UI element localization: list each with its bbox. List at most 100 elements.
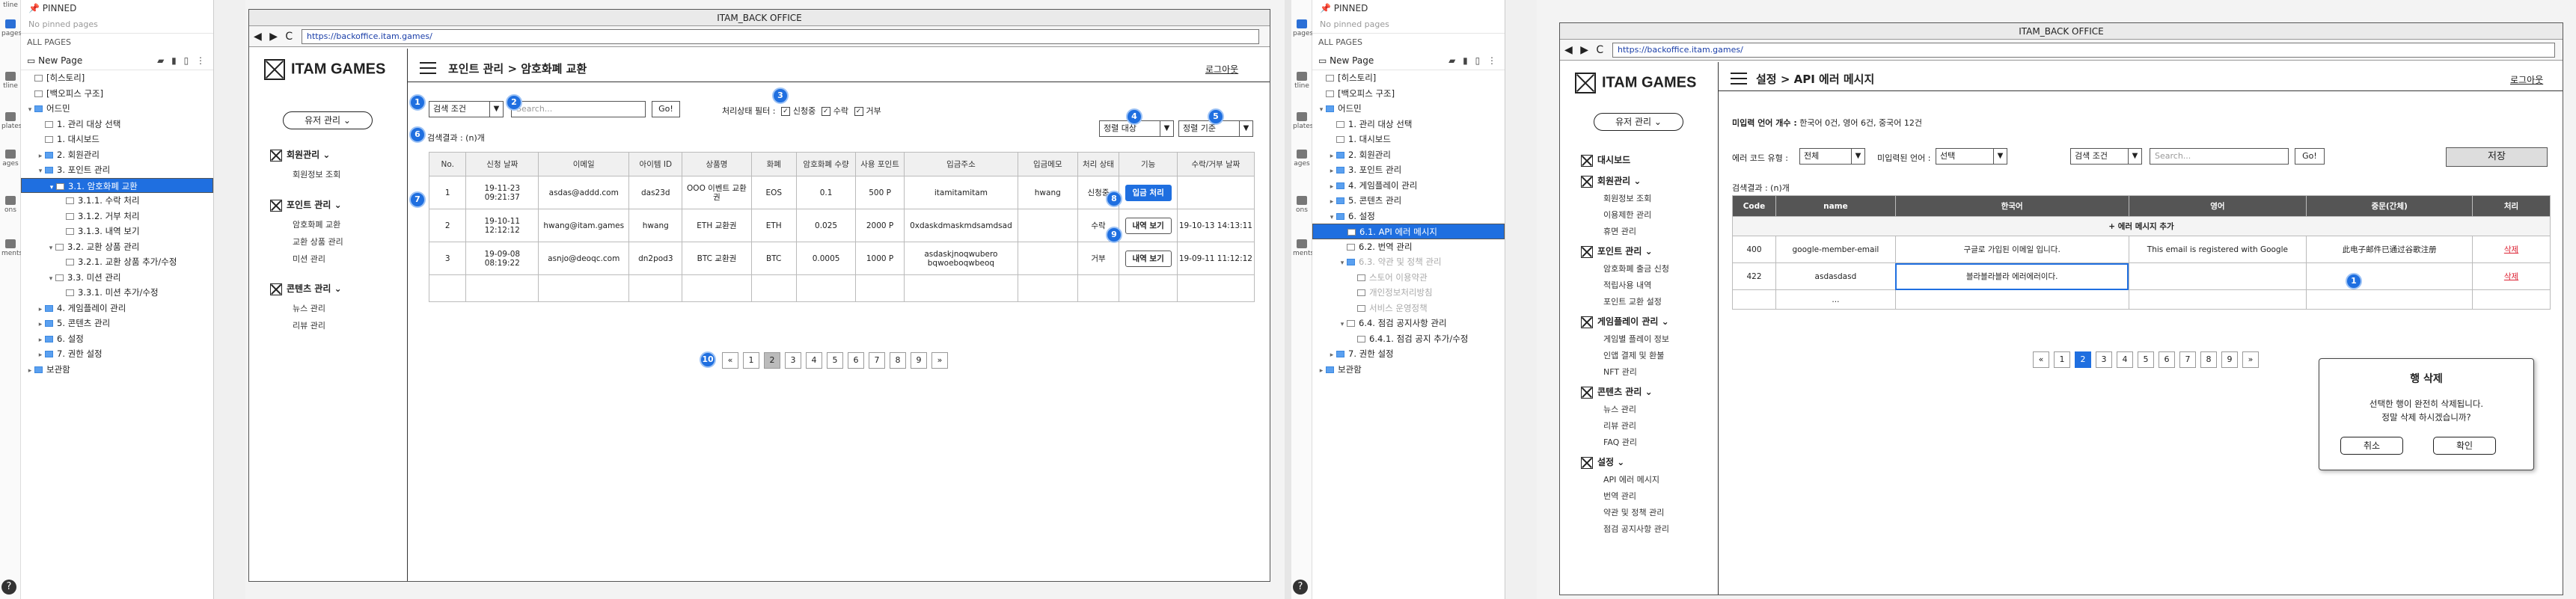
view-history-button[interactable]: 내역 보기	[1125, 250, 1172, 267]
column-header[interactable]: 한국어	[1894, 195, 2129, 217]
menu-iap[interactable]: 인앱 결제 및 환불	[1603, 349, 1664, 361]
column-header[interactable]: No.	[428, 152, 467, 176]
menu-points[interactable]: 포인트 관리 ⌄	[270, 198, 342, 212]
column-header[interactable]: 아이템 ID	[628, 152, 683, 176]
menu-gameplay[interactable]: 게임플레이 관리 ⌄	[1581, 315, 1669, 328]
menu-points[interactable]: 포인트 관리 ⌄	[1581, 245, 1653, 258]
menu-dashboard[interactable]: 대시보드	[1581, 153, 1630, 167]
menu-faq[interactable]: FAQ 관리	[1603, 436, 1637, 448]
page-button[interactable]: 2	[2075, 351, 2091, 368]
page-tree-item[interactable]: ▸ 7. 권한 설정	[1312, 346, 1505, 362]
page-tree-item[interactable]: ▸ 보관함	[1312, 362, 1505, 378]
page-tree-item[interactable]: 3.1.1. 수락 처리	[21, 193, 213, 209]
table-row[interactable]: 422 asdasdasd 블라블라블라 에러에러이다. 삭제	[1732, 262, 2551, 290]
tree-toggle-icon[interactable]: ▸	[36, 149, 45, 165]
tree-toggle-icon[interactable]: ▸	[1327, 194, 1336, 210]
page-tree-item[interactable]: 3.3.1. 미션 추가/수정	[21, 285, 213, 301]
page-tree-item[interactable]: 1. 대시보드	[1312, 132, 1505, 147]
filter-accepted-checkbox[interactable]: ✓	[821, 107, 830, 116]
page-button[interactable]: 3	[785, 352, 801, 369]
delete-link[interactable]: 삭제	[2504, 245, 2518, 254]
page-tree-item[interactable]: 6.4.1. 점검 공지 추가/수정	[1312, 331, 1505, 347]
page-tree-item[interactable]: ▾ 6.4. 점검 공지사항 관리	[1312, 316, 1505, 331]
menu-earn-use[interactable]: 적립사용 내역	[1603, 279, 1651, 291]
page-button[interactable]: 9	[911, 352, 927, 369]
table-cell[interactable]: 블라블라블라 에러에러이다.	[1894, 262, 2129, 290]
menu-point-exchange[interactable]: 포인트 교환 설정	[1603, 295, 1662, 307]
page-tree-item[interactable]: ▸ 4. 게임플레이 관리	[21, 301, 213, 316]
page-tree-item[interactable]: 스토어 이용약관	[1312, 270, 1505, 286]
missing-lang-select[interactable]: 선택 ▼	[1936, 148, 2007, 165]
page-tree-item[interactable]: ▸ 6. 설정	[21, 331, 213, 347]
delete-link[interactable]: 삭제	[2504, 272, 2518, 281]
filter-pending-checkbox[interactable]: ✓	[780, 107, 790, 116]
tree-toggle-icon[interactable]: ▸	[36, 302, 45, 318]
table-cell[interactable]: 구글로 가입된 이메일 입니다.	[1894, 236, 2129, 263]
tree-toggle-icon[interactable]: ▾	[1327, 210, 1336, 226]
tree-toggle-icon[interactable]: ▾	[1317, 102, 1326, 118]
column-header[interactable]: 중문(간체)	[2306, 195, 2473, 217]
table-cell[interactable]: 삭제	[2472, 262, 2551, 290]
tree-toggle-icon[interactable]: ▸	[1327, 179, 1336, 195]
page-tree-item[interactable]: ▸ 2. 회원관리	[1312, 147, 1505, 163]
images-icon[interactable]: ages	[1, 150, 19, 168]
help-icon[interactable]: ?	[1293, 580, 1308, 595]
table-cell[interactable]: This email is registered with Google	[2128, 236, 2307, 263]
menu-member-info[interactable]: 회원정보 조회	[293, 168, 340, 180]
column-header[interactable]: 사용 포인트	[855, 152, 905, 176]
page-button[interactable]: 8	[2200, 351, 2217, 368]
templates-icon[interactable]: plates	[1, 112, 22, 130]
table-row[interactable]: 2 19-10-11 12:12:12 hwang@itam.games hwang E…	[428, 209, 1255, 242]
page-button[interactable]: 6	[848, 352, 864, 369]
new-page-row[interactable]: ▭ New Page ▰ ▮ ▯ ⋮	[21, 51, 213, 70]
rail-item[interactable]: tline	[1293, 72, 1311, 90]
menu-withdraw[interactable]: 암호화폐 출금 신청	[1603, 262, 1669, 274]
menu-policies[interactable]: 약관 및 정책 관리	[1603, 506, 1664, 518]
tree-toggle-icon[interactable]: ▸	[25, 363, 34, 379]
menu-contents[interactable]: 콘텐츠 관리 ⌄	[1581, 385, 1653, 399]
menu-settings[interactable]: 설정 ⌄	[1581, 455, 1624, 469]
search-condition-select[interactable]: 검색 조건 ▼	[2070, 148, 2142, 165]
page-tree-item[interactable]: ▾ 3.3. 미션 관리	[21, 270, 213, 286]
column-header[interactable]: 암호화폐 수량	[795, 152, 857, 176]
page-tree-item[interactable]: 개인정보처리방침	[1312, 285, 1505, 301]
page-tools[interactable]: ▰ ▮ ▯ ⋮	[157, 51, 207, 70]
nav-arrows-icon[interactable]: ◀ ▶ C	[1564, 40, 1606, 61]
column-header[interactable]: 입금주소	[903, 152, 1019, 176]
tree-toggle-icon[interactable]: ▸	[36, 348, 45, 363]
page-tree-item[interactable]: ▸ 2. 회원관리	[21, 147, 213, 163]
page-tree-item[interactable]: ▾ 3. 포인트 관리	[21, 162, 213, 178]
column-header[interactable]: 상품명	[682, 152, 752, 176]
tree-toggle-icon[interactable]: ▾	[36, 164, 45, 179]
table-cell[interactable]	[2128, 262, 2307, 290]
page-tree-item[interactable]: ▾ 6.3. 약관 및 정책 관리	[1312, 254, 1505, 270]
menu-news[interactable]: 뉴스 관리	[1603, 403, 1636, 415]
comments-icon[interactable]: ments	[1, 239, 22, 257]
page-button[interactable]: 4	[806, 352, 822, 369]
page-button[interactable]: 1	[2054, 351, 2070, 368]
page-tree-item[interactable]: ▸ 4. 게임플레이 관리	[1312, 178, 1505, 194]
icons-icon[interactable]: ons	[1293, 196, 1311, 214]
page-button[interactable]: 6	[2159, 351, 2175, 368]
app-logo[interactable]: ITAM GAMES	[264, 59, 385, 80]
icons-icon[interactable]: ons	[1, 196, 19, 214]
page-tree-item[interactable]: [히스토리]	[21, 70, 213, 86]
page-tree-item[interactable]: 1. 대시보드	[21, 132, 213, 147]
add-error-message-button[interactable]: + 에러 메시지 추가	[1732, 216, 2551, 236]
logout-link[interactable]: 로그아웃	[2510, 73, 2543, 86]
menu-news[interactable]: 뉴스 관리	[293, 302, 325, 314]
comments-icon[interactable]: ments	[1293, 239, 1314, 257]
menu-member-info[interactable]: 회원정보 조회	[1603, 192, 1651, 204]
code-type-select[interactable]: 전체 ▼	[1799, 148, 1865, 165]
search-go-button[interactable]: Go!	[2295, 148, 2325, 165]
page-tree-item[interactable]: ▾ 어드민	[21, 101, 213, 117]
page-button[interactable]: 3	[2096, 351, 2112, 368]
page-tree-item[interactable]: ▸ 7. 권한 설정	[21, 346, 213, 362]
view-history-button[interactable]: 내역 보기	[1125, 217, 1172, 234]
page-tree-item[interactable]: [백오피스 구조]	[21, 86, 213, 102]
tree-toggle-icon[interactable]: ▸	[1327, 348, 1336, 363]
templates-icon[interactable]: plates	[1293, 112, 1313, 130]
table-row[interactable]: 3 19-09-08 08:19:22 asnjo@deoqc.com dn2pod3…	[428, 242, 1255, 275]
tree-toggle-icon[interactable]: ▸	[1327, 164, 1336, 179]
column-header[interactable]: 이메일	[538, 152, 630, 176]
